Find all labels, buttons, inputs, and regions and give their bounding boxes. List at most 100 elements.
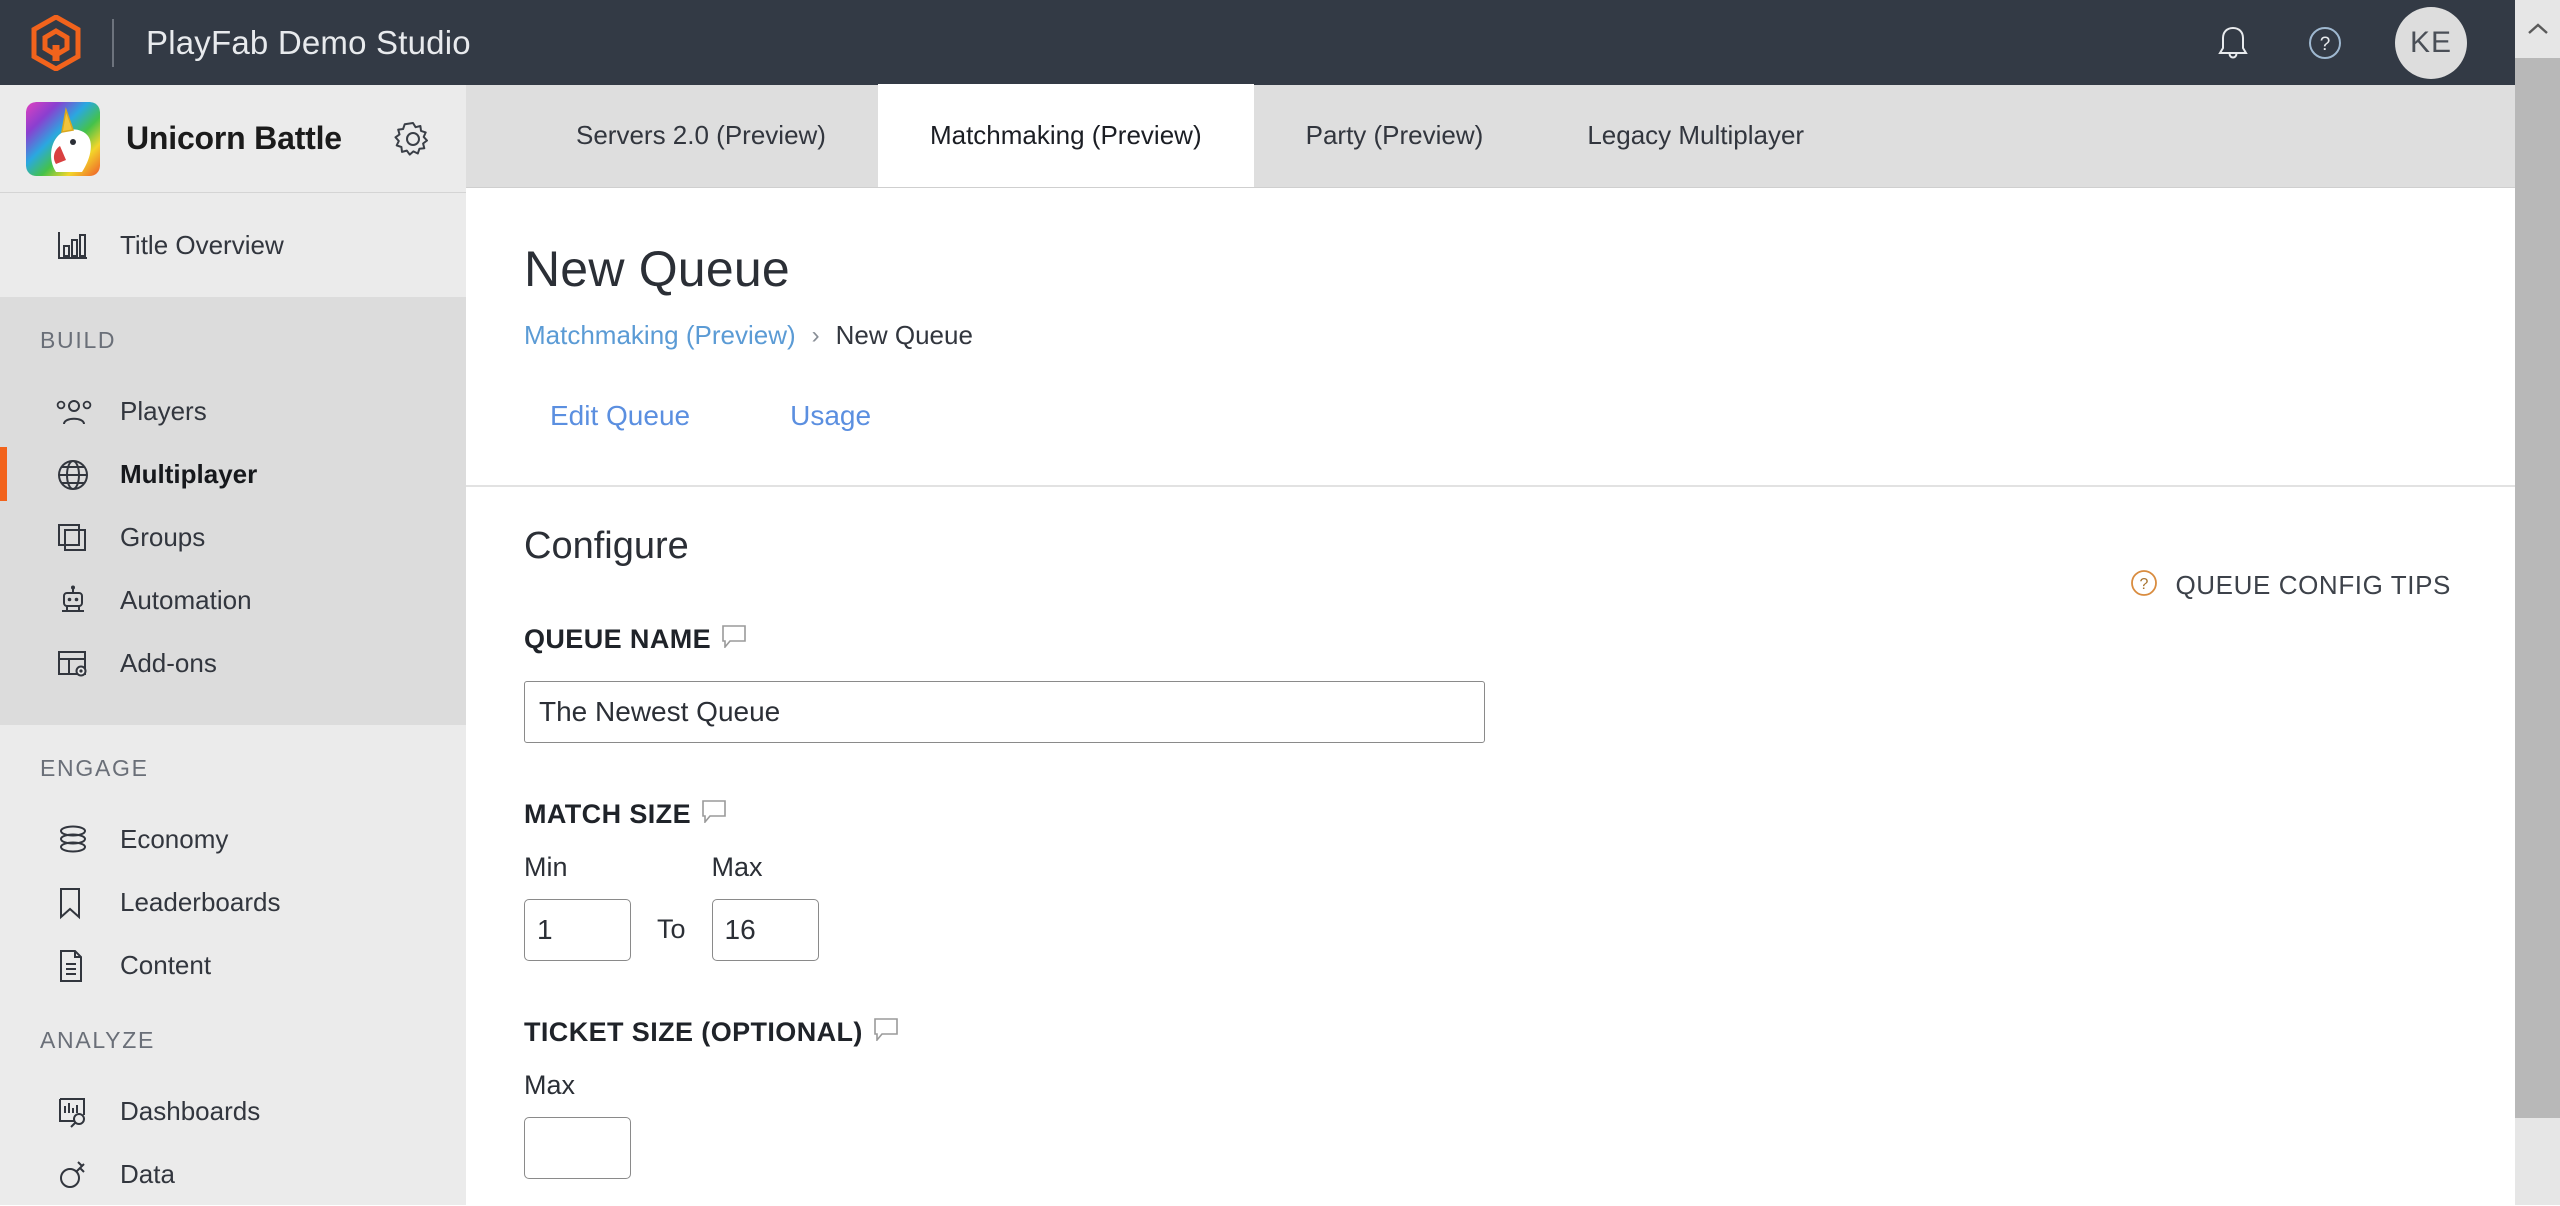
sidebar-item-economy[interactable]: Economy <box>0 808 466 871</box>
scrollbar-thumb[interactable] <box>2515 58 2560 1118</box>
sidebar-item-multiplayer[interactable]: Multiplayer <box>0 443 466 506</box>
page-title: New Queue <box>524 241 790 297</box>
svg-text:?: ? <box>2320 34 2331 55</box>
ticket-size-max-input[interactable] <box>524 1117 631 1179</box>
queue-config-tips-button[interactable]: ? QUEUE CONFIG TIPS <box>2129 568 2451 603</box>
sidebar-item-title-overview[interactable]: Title Overview <box>0 193 466 297</box>
tooltip-bubble-icon[interactable] <box>873 1017 899 1048</box>
globe-icon <box>58 459 88 490</box>
sidebar-group-label: BUILD <box>40 327 117 353</box>
unicorn-title-thumbnail <box>26 101 100 176</box>
main-content: Servers 2.0 (Preview) Matchmaking (Previ… <box>466 84 2515 1205</box>
sidebar-item-automation[interactable]: Automation <box>0 569 466 632</box>
sidebar-item-label: Automation <box>120 585 252 615</box>
chart-search-icon <box>59 1097 85 1128</box>
help-circle-icon: ? <box>2131 570 2158 596</box>
queue-subtabs: Edit Queue Usage <box>524 385 2515 447</box>
sidebar-item-label: Multiplayer <box>120 459 258 489</box>
sidebar-item-label: Players <box>120 396 207 426</box>
robot-icon <box>56 585 98 617</box>
sidebar-title-name: Unicorn Battle <box>126 120 342 156</box>
addons-grid-gear-icon <box>56 648 98 680</box>
tooltip-bubble-icon <box>702 800 726 825</box>
ticket-size-max-col: Max <box>524 1070 631 1179</box>
bookmark-icon <box>56 886 98 920</box>
queue-name-label-row: QUEUE NAME <box>524 624 2515 655</box>
sidebar-item-label: Add-ons <box>120 648 217 678</box>
bookmark-icon <box>60 887 80 919</box>
breadcrumb-link-matchmaking[interactable]: Matchmaking (Preview) <box>524 320 796 351</box>
tooltip-bubble-icon <box>722 625 746 650</box>
gear-icon[interactable] <box>394 120 432 158</box>
breadcrumb-current: New Queue <box>835 320 973 350</box>
tab-legacy-multiplayer[interactable]: Legacy Multiplayer <box>1535 84 1856 187</box>
tooltip-bubble-icon[interactable] <box>721 624 747 655</box>
sidebar-item-groups[interactable]: Groups <box>0 506 466 569</box>
help-circle-icon: ? <box>2309 26 2341 59</box>
svg-text:?: ? <box>2140 576 2149 593</box>
sidebar-item-dashboards[interactable]: Dashboards <box>0 1080 466 1143</box>
top-app-bar: PlayFab Demo Studio ? KE <box>0 0 2515 85</box>
match-size-min-label: Min <box>524 852 568 882</box>
multiplayer-tab-bar: Servers 2.0 (Preview) Matchmaking (Previ… <box>466 84 2515 188</box>
sidebar-item-add-ons[interactable]: Add-ons <box>0 632 466 695</box>
ticket-size-max-label: Max <box>524 1070 576 1100</box>
sidebar-item-label: Content <box>120 950 212 980</box>
sidebar-group-analyze: ANALYZE Dashboards Data <box>0 997 466 1206</box>
chevron-up-icon[interactable] <box>2515 0 2560 58</box>
coins-stack-icon <box>60 825 86 852</box>
plug-icon <box>60 1160 85 1188</box>
help-circle-icon: ? <box>2129 568 2159 603</box>
tab-servers-2-0[interactable]: Servers 2.0 (Preview) <box>524 84 878 187</box>
match-size-label-row: MATCH SIZE <box>524 799 2515 830</box>
app-title: PlayFab Demo Studio <box>146 23 471 61</box>
robot-icon <box>62 585 84 612</box>
sidebar-item-label: Dashboards <box>120 1096 261 1126</box>
match-size-to-label: To <box>657 914 686 944</box>
subtab-usage[interactable]: Usage <box>790 400 871 432</box>
sidebar-item-label: Groups <box>120 522 206 552</box>
sidebar: Unicorn Battle Title Overview BUILD Play… <box>0 85 466 1205</box>
subtab-edit-queue[interactable]: Edit Queue <box>550 400 690 432</box>
match-size-max-col: Max <box>711 852 819 961</box>
sidebar-title-header: Unicorn Battle <box>0 85 466 193</box>
queue-name-input[interactable] <box>524 681 1485 743</box>
subtabs-divider <box>466 485 2515 487</box>
gear-icon <box>394 121 428 156</box>
ticket-size-field-group: TICKET SIZE (OPTIONAL) Max <box>524 1017 2515 1179</box>
tooltip-bubble-icon[interactable] <box>701 799 727 830</box>
unicorn-title-thumbnail[interactable] <box>26 101 100 176</box>
document-icon <box>60 949 82 982</box>
addons-grid-gear-icon <box>58 650 87 676</box>
stacked-squares-icon <box>58 523 86 551</box>
queue-name-field-group: QUEUE NAME <box>524 624 2515 743</box>
match-size-max-input[interactable] <box>711 899 819 961</box>
sidebar-item-label: Title Overview <box>120 229 284 260</box>
breadcrumb: Matchmaking (Preview) › New Queue <box>524 320 2515 351</box>
plug-icon <box>56 1158 98 1192</box>
sidebar-group-label: ANALYZE <box>40 1027 156 1053</box>
sidebar-item-leaderboards[interactable]: Leaderboards <box>0 871 466 934</box>
tooltip-bubble-icon <box>873 1018 898 1043</box>
bar-chart-icon <box>56 229 98 261</box>
globe-icon <box>56 458 98 492</box>
playfab-hex-logo-icon <box>31 14 81 71</box>
bell-icon[interactable] <box>2211 21 2255 65</box>
coins-stack-icon <box>56 824 98 856</box>
stacked-squares-icon <box>56 522 98 554</box>
help-circle-icon[interactable]: ? <box>2303 21 2347 65</box>
page-body: New Queue Matchmaking (Preview) › New Qu… <box>466 188 2515 1179</box>
sidebar-item-label: Economy <box>120 824 229 854</box>
top-bar-actions: ? KE <box>2211 6 2515 79</box>
match-size-min-input[interactable] <box>524 899 631 961</box>
breadcrumb-separator: › <box>811 321 820 349</box>
sidebar-item-players[interactable]: Players <box>0 380 466 443</box>
tab-matchmaking[interactable]: Matchmaking (Preview) <box>877 84 1254 187</box>
avatar[interactable]: KE <box>2395 6 2467 79</box>
sidebar-item-data[interactable]: Data <box>0 1143 466 1206</box>
playfab-hex-logo-icon[interactable] <box>0 14 112 71</box>
sidebar-item-content[interactable]: Content <box>0 934 466 997</box>
chevron-up-icon <box>2527 23 2548 34</box>
tab-party[interactable]: Party (Preview) <box>1254 84 1536 187</box>
page-scrollbar[interactable] <box>2515 0 2560 1205</box>
